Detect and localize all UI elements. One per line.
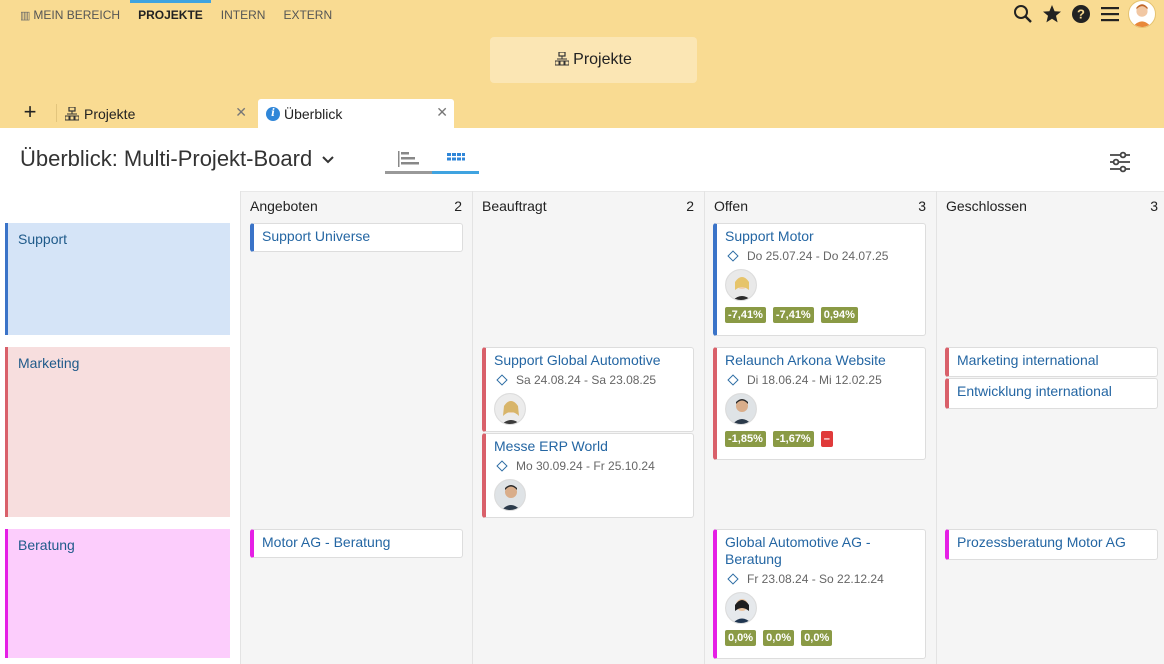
gantt-icon <box>397 150 419 167</box>
top-icons: ? <box>1006 0 1156 28</box>
kpi-badge: 0,0% <box>725 630 757 646</box>
info-icon: i <box>266 106 280 121</box>
avatar[interactable] <box>725 393 757 425</box>
add-tab-button[interactable]: + <box>20 101 40 124</box>
sitemap-icon <box>554 50 570 69</box>
view-toggle <box>385 146 479 174</box>
kpi-badge: -1,67% <box>772 431 814 447</box>
page-title[interactable]: Überblick: Multi-Projekt-Board <box>20 146 334 172</box>
search-icon[interactable] <box>1011 2 1035 26</box>
nav-item-projekte[interactable]: PROJEKTE <box>130 0 211 30</box>
kpi-badge: 0,94% <box>820 307 858 323</box>
projekte-header-button[interactable]: Projekte <box>490 37 697 83</box>
date-range: Mo 30.09.24 - Fr 25.10.24 <box>494 459 685 473</box>
kpi-row: 0,0% 0,0% 0,0% <box>725 630 917 646</box>
kanban-icon: ▥ <box>20 9 31 22</box>
star-icon[interactable] <box>1040 2 1064 26</box>
nav-item-mein-bereich[interactable]: ▥ MEIN BEREICH <box>20 0 120 30</box>
project-card[interactable]: Entwicklung international <box>945 378 1158 409</box>
column-separator <box>240 191 241 664</box>
avatar[interactable] <box>494 393 526 425</box>
tab-ueberblick[interactable]: i Überblick ✕ <box>258 99 454 128</box>
chevron-down-icon[interactable] <box>322 151 334 167</box>
main-nav: ▥ MEIN BEREICH PROJEKTE INTERN EXTERN <box>20 0 350 30</box>
kpi-row: -7,41% -7,41% 0,94% <box>725 307 917 323</box>
column-count: 3 <box>1150 198 1158 214</box>
project-card[interactable]: Motor AG - Beratung <box>250 529 463 558</box>
project-card[interactable]: Global Automotive AG - Beratung Fr 23.08… <box>713 529 926 659</box>
kpi-badge: -1,85% <box>725 431 766 447</box>
milestone-icon <box>727 374 739 386</box>
avatar[interactable] <box>725 592 757 624</box>
filter-settings-icon[interactable] <box>1108 150 1132 174</box>
close-icon[interactable]: ✕ <box>235 104 247 121</box>
sitemap-icon <box>65 106 79 121</box>
date-range: Di 18.06.24 - Mi 12.02.25 <box>725 373 917 387</box>
kpi-row: -1,85% -1,67% – <box>725 431 917 447</box>
project-card[interactable]: Relaunch Arkona Website Di 18.06.24 - Mi… <box>713 347 926 460</box>
milestone-icon <box>496 374 508 386</box>
column-count: 2 <box>454 198 462 214</box>
kpi-badge: 0,0% <box>763 630 795 646</box>
kpi-badge: -7,41% <box>772 307 814 323</box>
kpi-badge-alert: – <box>820 431 833 447</box>
date-range: Sa 24.08.24 - Sa 23.08.25 <box>494 373 685 387</box>
project-card[interactable]: Support Universe <box>250 223 463 252</box>
milestone-icon <box>496 460 508 472</box>
column-header-geschlossen: Geschlossen 3 <box>946 198 1158 214</box>
svg-text:?: ? <box>1077 7 1085 22</box>
kpi-badge: 0,0% <box>801 630 833 646</box>
user-avatar[interactable] <box>1128 0 1156 28</box>
tab-projekte[interactable]: Projekte ✕ <box>57 99 253 128</box>
tab-bar: + Projekte ✕ i Überblick ✕ <box>0 98 1164 128</box>
column-separator <box>936 191 937 664</box>
project-card[interactable]: Marketing international <box>945 347 1158 377</box>
avatar[interactable] <box>494 479 526 511</box>
kpi-badge: -7,41% <box>725 307 766 323</box>
board-icon <box>446 152 465 160</box>
nav-item-extern[interactable]: EXTERN <box>283 0 332 30</box>
column-count: 3 <box>918 198 926 214</box>
project-card[interactable]: Prozessberatung Motor AG <box>945 529 1158 560</box>
column-header-offen: Offen 3 <box>714 198 926 214</box>
project-card[interactable]: Support Motor Do 25.07.24 - Do 24.07.25 … <box>713 223 926 336</box>
column-separator <box>472 191 473 664</box>
help-icon[interactable]: ? <box>1069 2 1093 26</box>
column-header-angeboten: Angeboten 2 <box>250 198 462 214</box>
date-range: Do 25.07.24 - Do 24.07.25 <box>725 249 917 263</box>
menu-icon[interactable] <box>1098 2 1122 26</box>
lane-marketing[interactable]: Marketing <box>5 347 230 517</box>
date-range: Fr 23.08.24 - So 22.12.24 <box>725 572 917 586</box>
column-header-beauftragt: Beauftragt 2 <box>482 198 694 214</box>
milestone-icon <box>727 250 739 262</box>
project-card[interactable]: Support Global Automotive Sa 24.08.24 - … <box>482 347 694 432</box>
column-count: 2 <box>686 198 694 214</box>
board-view-button[interactable] <box>432 146 479 174</box>
nav-item-intern[interactable]: INTERN <box>221 0 266 30</box>
gantt-view-button[interactable] <box>385 146 432 174</box>
column-separator <box>704 191 705 664</box>
lane-beratung[interactable]: Beratung <box>5 529 230 658</box>
lane-support[interactable]: Support <box>5 223 230 335</box>
milestone-icon <box>727 573 739 585</box>
close-icon[interactable]: ✕ <box>436 104 448 121</box>
project-card[interactable]: Messe ERP World Mo 30.09.24 - Fr 25.10.2… <box>482 433 694 518</box>
avatar[interactable] <box>725 269 757 301</box>
